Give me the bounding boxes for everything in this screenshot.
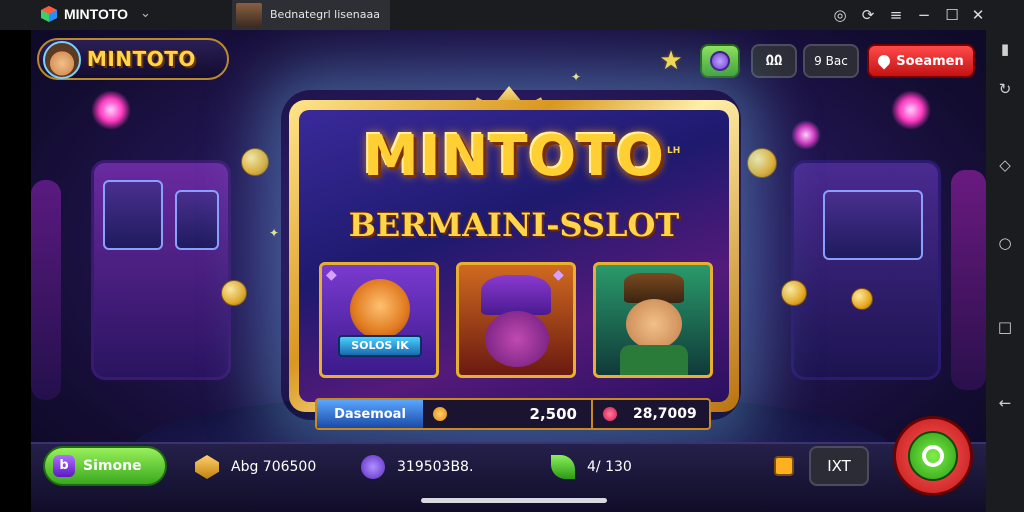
slot-machine-edge bbox=[951, 170, 986, 390]
green-action-label: Simone bbox=[83, 458, 142, 474]
red-action-label: Soeamen bbox=[896, 53, 964, 69]
home-indicator[interactable] bbox=[421, 498, 607, 503]
minimize-icon[interactable]: − bbox=[913, 4, 935, 26]
logo-text: MINTOTO bbox=[87, 47, 196, 71]
diamond-icon: ◆ bbox=[553, 267, 564, 283]
emulator-titlebar: MINTOTO ⌄ Bednategrl lisenaaa ◎ ⟳ ≡ − ☐ … bbox=[0, 0, 1024, 30]
captain-character bbox=[626, 299, 682, 349]
avatar bbox=[43, 41, 81, 79]
owl-icon bbox=[361, 455, 385, 479]
emulator-sidebar: ▮ ↻ ◇ ○ □ ← bbox=[986, 30, 1024, 512]
coin-icon bbox=[433, 407, 447, 421]
ceiling-light bbox=[791, 120, 821, 150]
b-icon: b bbox=[53, 455, 75, 477]
settings-icon[interactable]: ▮ bbox=[996, 40, 1014, 58]
chevron-down-icon[interactable]: ⌄ bbox=[140, 6, 151, 21]
leaf-item[interactable]: 4/ 130 bbox=[551, 454, 632, 480]
reel-fox[interactable]: SOLOS IK ◆ bbox=[319, 262, 439, 378]
refresh-icon[interactable]: ⟳ bbox=[857, 4, 879, 26]
recent-icon[interactable]: □ bbox=[996, 318, 1014, 336]
star-icon[interactable]: ★ bbox=[656, 44, 686, 78]
hero-panel: MINTOTO LH BERMAINI-SSLOT SOLOS IK ◆ ◆ bbox=[299, 110, 729, 402]
kk-button[interactable]: IXT bbox=[809, 446, 869, 486]
stats-mid: 2,500 bbox=[423, 400, 593, 428]
chat-bubble-icon bbox=[922, 445, 944, 467]
green-action-button[interactable]: b Simone bbox=[43, 446, 167, 486]
inbox-button[interactable]: ΩΩ bbox=[751, 44, 797, 78]
tab-title: Bednategrl lisenaaa bbox=[270, 8, 380, 21]
sparkle-icon: ✦ bbox=[269, 226, 280, 240]
hero-subtitle: BERMAINI-SSLOT bbox=[348, 206, 680, 244]
hero-title: MINTOTO bbox=[362, 124, 666, 189]
hat-character bbox=[481, 275, 551, 315]
ceiling-light bbox=[91, 90, 131, 130]
chat-button[interactable] bbox=[893, 416, 973, 496]
tab-game[interactable]: Bednategrl lisenaaa bbox=[232, 0, 390, 30]
back-icon[interactable]: ← bbox=[996, 394, 1014, 412]
gem-button[interactable] bbox=[700, 44, 740, 78]
ceiling-light bbox=[891, 90, 931, 130]
stats-right-value: 28,7009 bbox=[633, 406, 697, 422]
maximize-icon[interactable]: ☐ bbox=[941, 4, 963, 26]
app-logo-icon bbox=[41, 6, 57, 22]
gem-icon bbox=[710, 51, 730, 71]
slot-machine-screen bbox=[823, 190, 923, 260]
owl-item[interactable]: 319503B8. bbox=[361, 454, 473, 480]
diamond-icon: ◆ bbox=[326, 267, 337, 283]
stats-label: Dasemoal bbox=[317, 400, 423, 428]
close-icon[interactable]: ✕ bbox=[967, 4, 989, 26]
captain-coat bbox=[620, 345, 688, 375]
gold-value: Abg 706500 bbox=[231, 459, 317, 475]
home-icon[interactable]: ○ bbox=[996, 234, 1014, 252]
heart-shield bbox=[485, 311, 549, 367]
rotate-icon[interactable]: ↻ bbox=[996, 80, 1014, 98]
reel-captain[interactable] bbox=[593, 262, 713, 378]
coin-icon bbox=[221, 280, 247, 306]
fox-character bbox=[350, 279, 410, 339]
slot-machine-screen bbox=[103, 180, 163, 250]
gold-item[interactable]: Abg 706500 bbox=[195, 454, 316, 480]
menu-icon[interactable]: ≡ bbox=[885, 4, 907, 26]
reel-label: SOLOS IK bbox=[338, 335, 422, 357]
game-screen[interactable]: ✦ ✦ ✦ MINTOTO ★ ΩΩ 9 Bac Soeamen MINTOTO… bbox=[31, 30, 986, 512]
coin-icon bbox=[781, 280, 807, 306]
stats-bar: Dasemoal 2,500 28,7009 bbox=[315, 398, 711, 430]
coin-icon bbox=[241, 148, 269, 176]
pin-icon bbox=[875, 52, 893, 70]
reel-mask[interactable]: ◆ bbox=[456, 262, 576, 378]
tab-thumbnail bbox=[236, 3, 262, 27]
leaf-value: 4/ 130 bbox=[587, 459, 632, 475]
hero-title-sup: LH bbox=[667, 146, 681, 156]
coin-icon bbox=[851, 288, 873, 310]
slot-machine-edge bbox=[31, 180, 61, 400]
screenshot-icon[interactable]: ◇ bbox=[996, 156, 1014, 174]
slot-machine-screen bbox=[175, 190, 219, 250]
red-action-button[interactable]: Soeamen bbox=[867, 44, 975, 78]
gold-bar-icon bbox=[195, 455, 219, 479]
timer-button[interactable]: 9 Bac bbox=[803, 44, 859, 78]
coin-icon bbox=[747, 148, 777, 178]
gift-icon[interactable] bbox=[774, 456, 794, 476]
chat-icon bbox=[908, 431, 958, 481]
stats-mid-value: 2,500 bbox=[529, 405, 577, 423]
hero-frame: MINTOTO LH BERMAINI-SSLOT SOLOS IK ◆ ◆ bbox=[289, 100, 739, 412]
stats-right: 28,7009 bbox=[593, 400, 709, 428]
gem-icon bbox=[603, 407, 617, 421]
leaf-icon bbox=[551, 455, 575, 479]
app-name: MINTOTO bbox=[64, 6, 129, 22]
sparkle-icon: ✦ bbox=[571, 70, 582, 84]
compass-icon[interactable]: ◎ bbox=[829, 4, 851, 26]
owl-value: 319503B8. bbox=[397, 459, 474, 475]
logo-badge[interactable]: MINTOTO bbox=[37, 38, 229, 80]
